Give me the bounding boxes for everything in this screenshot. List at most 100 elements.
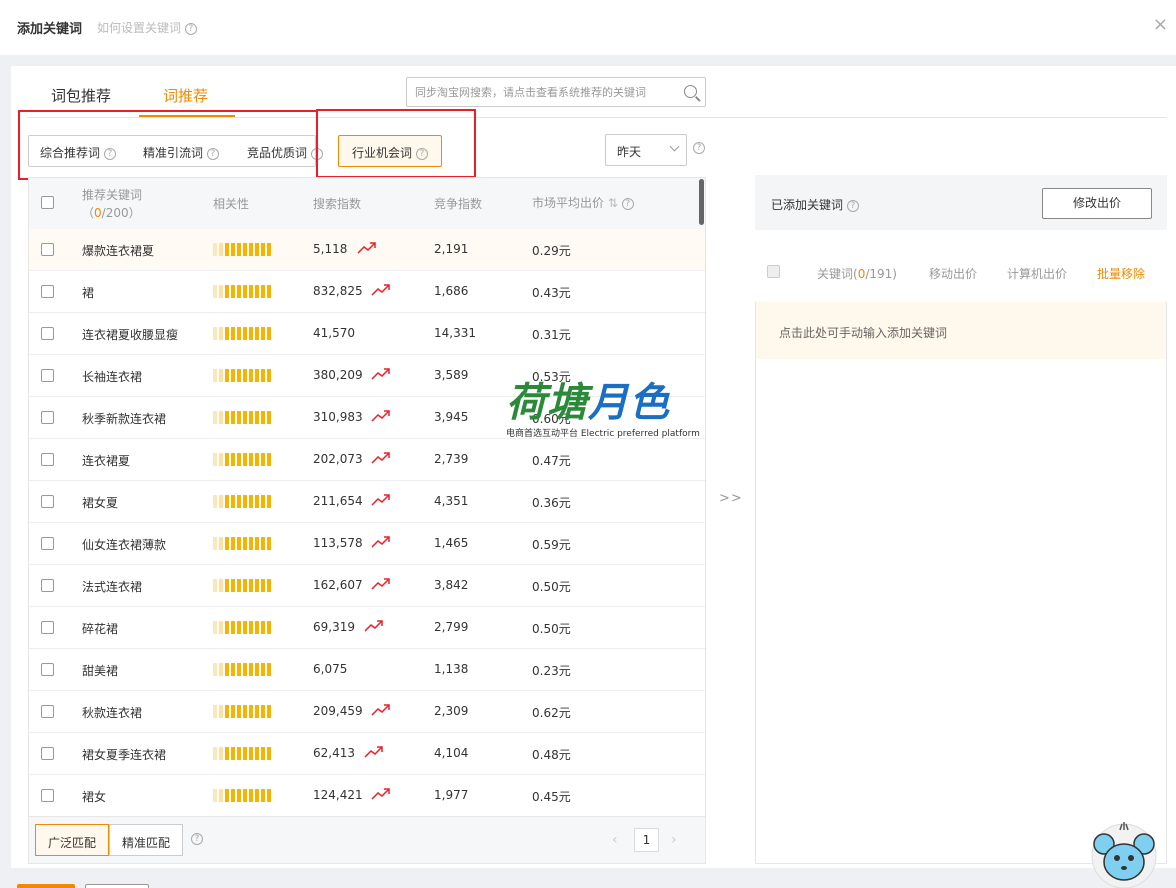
trend-up-icon	[371, 578, 391, 590]
header-keyword-count: （0/200）	[82, 204, 141, 221]
question-icon: ?	[846, 199, 859, 212]
row-checkbox[interactable]	[41, 243, 54, 256]
avg-bid-cell: 0.29元	[532, 244, 571, 258]
chevron-down-icon	[669, 141, 680, 152]
keyword-cell: 秋款连衣裙	[82, 706, 143, 720]
tab-package-recommend[interactable]: 词包推荐	[51, 85, 111, 106]
watermark-tagline: 电商首选互动平台 Electric preferred platform	[506, 429, 700, 439]
help-link[interactable]: 如何设置关键词 ?	[97, 19, 197, 36]
broad-match-button[interactable]: 广泛匹配	[35, 824, 109, 856]
manual-keyword-input[interactable]: 点击此处可手动输入添加关键词	[756, 302, 1166, 359]
search-index-cell: 124,421	[313, 788, 363, 802]
search-index-cell: 380,209	[313, 368, 363, 382]
trend-up-icon	[371, 368, 391, 380]
table-row[interactable]: 连衣裙夏 202,073 2,739 0.47元	[29, 439, 705, 481]
cancel-button[interactable]	[85, 884, 149, 888]
modify-bid-button[interactable]: 修改出价	[1042, 188, 1152, 219]
added-select-all-checkbox[interactable]	[767, 265, 780, 278]
row-checkbox[interactable]	[41, 327, 54, 340]
trend-up-icon	[371, 452, 391, 464]
next-page-icon[interactable]: ›	[671, 832, 677, 848]
trend-up-icon	[364, 746, 383, 758]
table-row[interactable]: 法式连衣裙 162,607 3,842 0.50元	[29, 565, 705, 607]
added-count-total: /191)	[865, 267, 897, 281]
row-checkbox[interactable]	[41, 453, 54, 466]
assistant-mascot-icon[interactable]	[1088, 818, 1160, 888]
row-checkbox[interactable]	[41, 579, 54, 592]
row-checkbox[interactable]	[41, 495, 54, 508]
header-relevance: 相关性	[213, 197, 250, 211]
search-index-cell: 310,983	[313, 410, 363, 424]
competition-index-cell: 1,686	[434, 284, 469, 298]
batch-remove-button[interactable]: 批量移除	[1097, 265, 1145, 282]
search-index-cell: 5,118	[313, 242, 348, 256]
keyword-cell: 连衣裙夏	[82, 454, 131, 468]
avg-bid-cell: 0.48元	[532, 748, 571, 762]
added-keywords-title: 已添加关键词 ?	[771, 196, 859, 213]
row-checkbox[interactable]	[41, 621, 54, 634]
page-number[interactable]: 1	[634, 828, 659, 852]
table-row[interactable]: 裙女夏 211,654 4,351 0.36元	[29, 481, 705, 523]
sort-icon[interactable]: ⇅	[608, 196, 618, 210]
competition-index-cell: 3,945	[434, 410, 469, 424]
keyword-cell: 裙女	[82, 790, 107, 804]
question-icon[interactable]: ?	[191, 833, 203, 845]
table-row[interactable]: 裙女 124,421 1,977 0.45元	[29, 775, 705, 816]
table-row[interactable]: 裙女夏季连衣裙 62,413 4,104 0.48元	[29, 733, 705, 775]
table-row[interactable]: 碎花裙 69,319 2,799 0.50元	[29, 607, 705, 649]
trend-up-icon	[364, 620, 383, 632]
row-checkbox[interactable]	[41, 369, 54, 382]
trend-up-icon	[371, 284, 391, 296]
row-checkbox[interactable]	[41, 411, 54, 424]
row-checkbox[interactable]	[41, 285, 54, 298]
keyword-search	[406, 77, 706, 107]
table-row[interactable]: 甜美裙 6,075 1,138 0.23元	[29, 649, 705, 691]
table-row[interactable]: 连衣裙夏收腰显瘦 41,570 14,331 0.31元	[29, 313, 705, 355]
row-checkbox[interactable]	[41, 705, 54, 718]
row-checkbox[interactable]	[41, 747, 54, 760]
keyword-cell: 甜美裙	[82, 664, 119, 678]
confirm-button[interactable]	[17, 884, 75, 888]
table-scrollbar[interactable]	[699, 179, 704, 225]
keyword-cell: 裙女夏	[82, 496, 119, 510]
transfer-arrow-icon[interactable]: >>	[719, 491, 743, 506]
row-checkbox[interactable]	[41, 789, 54, 802]
help-link-label: 如何设置关键词	[97, 21, 182, 35]
keyword-cell: 碎花裙	[82, 622, 119, 636]
added-table-header: 关键词(0/191) 移动出价 计算机出价 批量移除	[755, 240, 1167, 302]
keyword-cell: 裙	[82, 286, 95, 300]
prev-page-icon[interactable]: ‹	[612, 832, 618, 848]
relevance-meter	[213, 621, 281, 634]
competition-index-cell: 3,589	[434, 368, 469, 382]
select-all-checkbox[interactable]	[41, 196, 54, 209]
close-button[interactable]: ×	[1153, 14, 1168, 35]
relevance-meter	[213, 537, 281, 550]
row-checkbox[interactable]	[41, 537, 54, 550]
added-title-label: 已添加关键词	[771, 198, 844, 212]
added-header-keyword: 关键词(0/191)	[817, 265, 897, 282]
search-icon[interactable]	[684, 85, 697, 98]
table-row[interactable]: 裙 832,825 1,686 0.43元	[29, 271, 705, 313]
table-row[interactable]: 仙女连衣裙薄款 113,578 1,465 0.59元	[29, 523, 705, 565]
exact-match-button[interactable]: 精准匹配	[109, 824, 183, 856]
competition-index-cell: 2,799	[434, 620, 469, 634]
competition-index-cell: 4,104	[434, 746, 469, 760]
table-row[interactable]: 秋款连衣裙 209,459 2,309 0.62元	[29, 691, 705, 733]
added-header-mobile-bid: 移动出价	[929, 267, 978, 281]
date-range-select[interactable]: 昨天	[605, 134, 687, 166]
header-avg-bid[interactable]: 市场平均出价 ⇅ ?	[532, 194, 634, 211]
table-row[interactable]: 爆款连衣裙夏 5,118 2,191 0.29元	[29, 229, 705, 271]
added-header-pc-bid: 计算机出价	[1007, 267, 1068, 281]
watermark-logo: 荷塘月色 电商首选互动平台 Electric preferred platfor…	[506, 370, 700, 439]
question-icon: ?	[621, 197, 634, 210]
trend-up-icon	[371, 410, 391, 422]
header-search-index: 搜索指数	[313, 197, 362, 211]
count-total: /200）	[101, 206, 141, 220]
row-checkbox[interactable]	[41, 663, 54, 676]
search-input[interactable]	[407, 78, 677, 106]
question-icon[interactable]: ?	[693, 142, 705, 154]
keyword-table: 推荐关键词 （0/200） 相关性 搜索指数 竞争指数 市场平均出价 ⇅ ? 爆…	[28, 177, 706, 817]
tab-word-recommend[interactable]: 词推荐	[163, 85, 208, 106]
search-index-cell: 62,413	[313, 746, 355, 760]
header-keyword: 推荐关键词	[82, 188, 143, 202]
